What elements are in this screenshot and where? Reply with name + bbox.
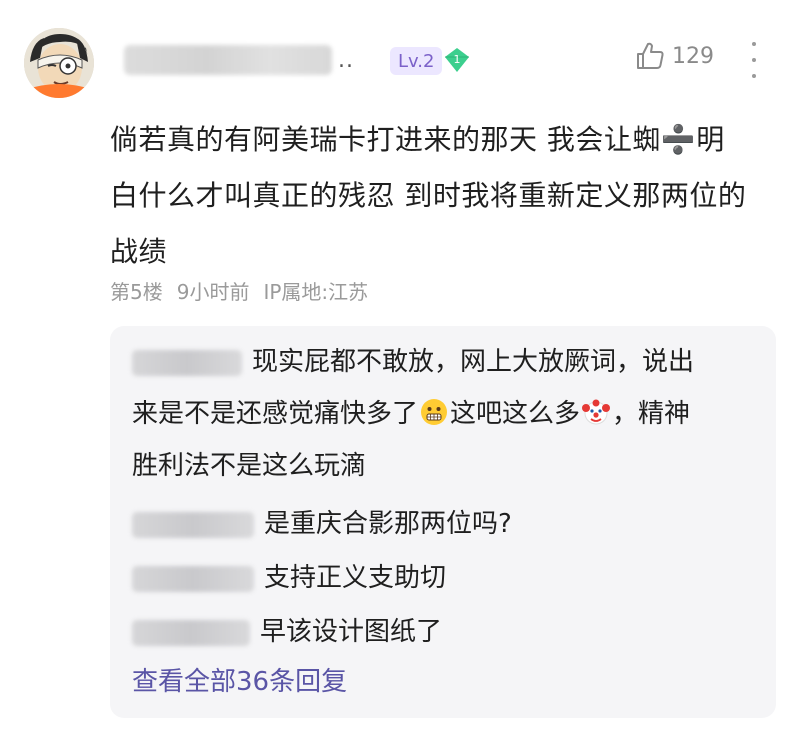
content-line: 倘若真的有阿美瑞卡打进来的那天 我会让蜘➗明	[110, 123, 725, 156]
username-ellipsis: ..	[338, 47, 354, 73]
reply-text: 现实屁都不敢放，网上大放厥词，说出	[252, 347, 695, 377]
reply-item[interactable]: 早该设计图纸了	[132, 606, 442, 658]
thumbs-up-icon	[634, 40, 666, 72]
ip-location: IP属地:江苏	[263, 280, 369, 304]
reply-username-blurred	[132, 349, 242, 376]
reply-item[interactable]: 支持正义支助切	[132, 552, 446, 604]
floor-number: 第5楼	[110, 280, 163, 304]
like-button[interactable]: 129	[634, 40, 714, 72]
gem-number: 1	[454, 53, 461, 66]
comment-header: .. Lv.2 1 129	[0, 0, 800, 110]
post-time: 9小时前	[176, 280, 250, 304]
comment-meta: 第5楼 9小时前 IP属地:江苏	[110, 276, 368, 305]
username-blurred	[124, 45, 332, 75]
reply-text: 支持正义支助切	[264, 563, 447, 593]
view-all-replies-link[interactable]: 查看全部36条回复	[132, 662, 347, 702]
level-badge: Lv.2	[390, 47, 443, 75]
replies-panel: 现实屁都不敢放，网上大放厥词，说出 来是不是还感觉痛快多了 这吧这么多 ，精神 胜利…	[110, 326, 776, 718]
reply-item[interactable]: 是重庆合影那两位吗?	[132, 498, 512, 550]
comment-content: 倘若真的有阿美瑞卡打进来的那天 我会让蜘➗明 白什么才叫真正的残忍 到时我将重新…	[110, 112, 770, 280]
reply-text: ，精神	[612, 399, 691, 429]
reply-username-blurred	[132, 565, 254, 592]
reply-text: 这吧这么多	[450, 399, 581, 429]
content-line: 战绩	[110, 235, 168, 268]
reply-text: 早该设计图纸了	[260, 617, 443, 647]
user-avatar[interactable]	[24, 28, 94, 98]
diamond-icon: 1	[442, 45, 472, 75]
like-count: 129	[672, 43, 714, 69]
username[interactable]: ..	[124, 40, 354, 80]
clown-emoji	[582, 398, 611, 426]
reply-text: 胜利法不是这么玩滴	[132, 451, 367, 481]
grimacing-emoji	[420, 398, 448, 426]
reply-username-blurred	[132, 619, 250, 646]
avatar-image	[24, 28, 94, 98]
reply-username-blurred	[132, 511, 254, 538]
more-vertical-icon[interactable]	[744, 42, 764, 78]
reply-item[interactable]: 现实屁都不敢放，网上大放厥词，说出 来是不是还感觉痛快多了 这吧这么多 ，精神 胜利…	[132, 336, 762, 492]
content-line: 白什么才叫真正的残忍 到时我将重新定义那两位的	[110, 179, 747, 212]
reply-text: 是重庆合影那两位吗?	[264, 509, 512, 539]
reply-text: 来是不是还感觉痛快多了	[132, 399, 419, 429]
